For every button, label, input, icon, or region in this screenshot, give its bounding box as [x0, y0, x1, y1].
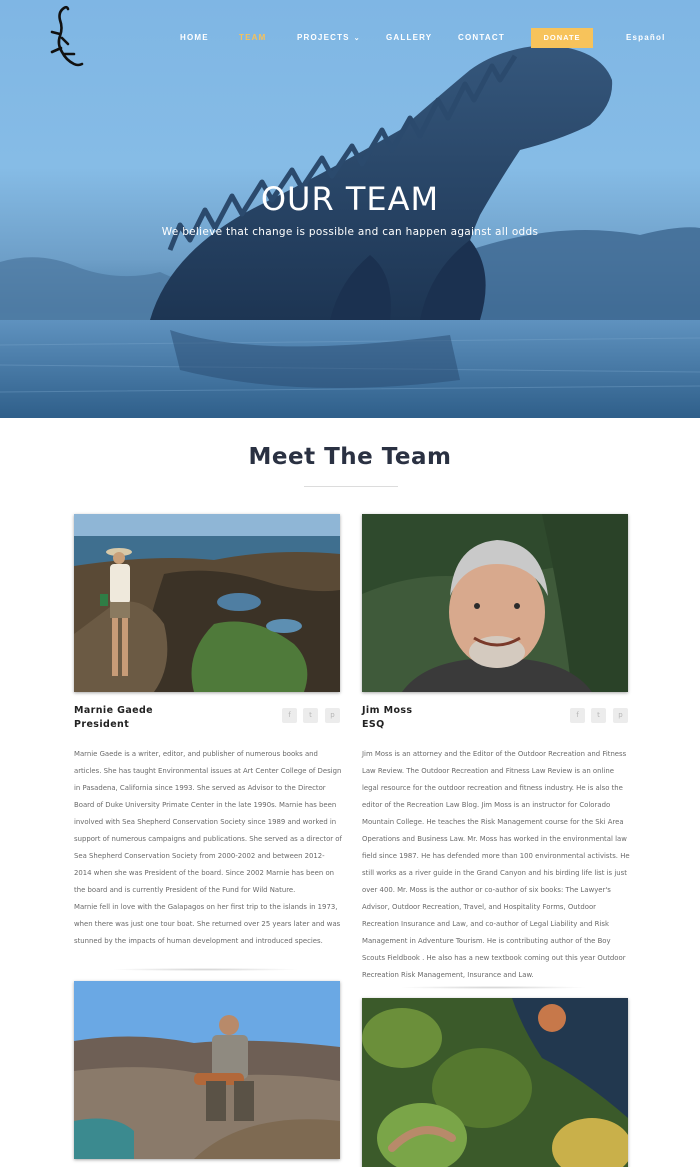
- facebook-icon[interactable]: f: [570, 708, 585, 723]
- donate-button[interactable]: DONATE: [531, 28, 593, 48]
- social-links: f t p: [570, 708, 628, 723]
- bio-paragraph: Jim Moss is an attorney and the Editor o…: [362, 750, 630, 979]
- team-member-photo: [362, 998, 628, 1167]
- language-switch-link[interactable]: Español: [626, 33, 666, 42]
- social-links: f t p: [282, 708, 340, 723]
- nav-item-home[interactable]: HOME: [180, 33, 209, 42]
- nav-item-projects[interactable]: PROJECTS ⌄: [297, 33, 361, 42]
- nav-item-team[interactable]: TEAM: [239, 33, 266, 42]
- team-member-name: Marnie Gaede: [74, 705, 154, 716]
- team-member-role: ESQ: [362, 719, 385, 730]
- bio-paragraph: Marnie fell in love with the Galapagos o…: [74, 903, 341, 945]
- hero-subtitle: We believe that change is possible and c…: [161, 226, 539, 238]
- team-member-bio: Jim Moss is an attorney and the Editor o…: [362, 746, 630, 984]
- team-member-photo: [74, 981, 340, 1159]
- team-member-photo: [362, 514, 628, 692]
- section-title: Meet The Team: [248, 444, 452, 470]
- team-member-name: Jim Moss: [362, 705, 413, 716]
- card-divider: [110, 968, 300, 971]
- nav-item-contact[interactable]: CONTACT: [458, 33, 505, 42]
- pinterest-icon[interactable]: p: [613, 708, 628, 723]
- team-member-role: President: [74, 719, 130, 730]
- title-divider: [304, 486, 398, 487]
- team-member-bio: Marnie Gaede is a writer, editor, and pu…: [74, 746, 342, 950]
- twitter-icon[interactable]: t: [303, 708, 318, 723]
- hero-banner: HOME TEAM PROJECTS ⌄ GALLERY CONTACT DONA…: [0, 0, 700, 418]
- main-navigation: HOME TEAM PROJECTS ⌄ GALLERY CONTACT DONA…: [0, 28, 700, 48]
- pinterest-icon[interactable]: p: [325, 708, 340, 723]
- nav-item-gallery[interactable]: GALLERY: [386, 33, 432, 42]
- chevron-down-icon: ⌄: [353, 35, 361, 42]
- bio-paragraph: Marnie Gaede is a writer, editor, and pu…: [74, 750, 342, 894]
- twitter-icon[interactable]: t: [591, 708, 606, 723]
- team-member-photo: [74, 514, 340, 692]
- hero-title: OUR TEAM: [260, 180, 440, 218]
- nav-item-projects-label: PROJECTS: [297, 33, 350, 42]
- facebook-icon[interactable]: f: [282, 708, 297, 723]
- card-divider: [398, 986, 588, 989]
